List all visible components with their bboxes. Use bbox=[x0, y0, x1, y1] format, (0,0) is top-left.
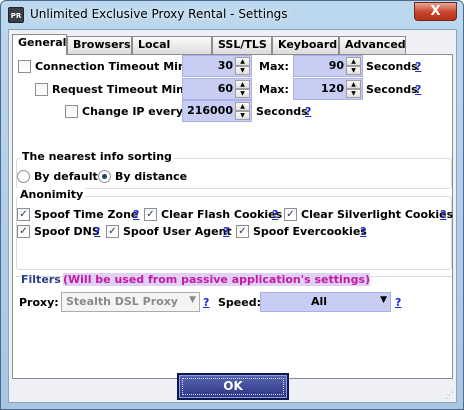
spoof-user-agent-label: Spoof User Agent bbox=[123, 225, 232, 238]
sort-by-distance-radio[interactable] bbox=[98, 170, 111, 183]
change-ip-checkbox[interactable] bbox=[65, 105, 78, 118]
ok-button[interactable]: OK bbox=[177, 373, 289, 400]
connection-timeout-min-spinner[interactable]: 30 ▲ ▼ bbox=[182, 55, 252, 77]
title-bar[interactable]: PR Unlimited Exclusive Proxy Rental - Se… bbox=[1, 1, 463, 29]
tab-ssl-tls[interactable]: SSL/TLS bbox=[212, 36, 272, 54]
proxy-select[interactable]: Stealth DSL Proxy ▼ bbox=[61, 292, 200, 312]
proxy-label: Proxy: bbox=[19, 296, 59, 309]
spin-down-icon[interactable]: ▼ bbox=[235, 89, 250, 98]
sort-by-distance-label: By distance bbox=[115, 170, 188, 183]
sort-by-default-label: By default bbox=[34, 170, 98, 183]
request-help-link[interactable]: ? bbox=[415, 83, 421, 96]
chevron-down-icon: ▼ bbox=[380, 295, 387, 305]
tab-advanced[interactable]: Advanced bbox=[339, 36, 406, 54]
speed-help-link[interactable]: ? bbox=[395, 296, 401, 309]
tab-local-server[interactable]: Local Server bbox=[132, 36, 212, 67]
request-timeout-max-spinner[interactable]: 120 ▲ ▼ bbox=[293, 78, 363, 100]
connection-min-value: 30 bbox=[217, 59, 233, 72]
request-timeout-min-spinner[interactable]: 60 ▲ ▼ bbox=[182, 78, 252, 100]
change-ip-help-link[interactable]: ? bbox=[305, 105, 311, 118]
clear-flash-cookies-help-link[interactable]: ? bbox=[272, 208, 278, 221]
spoof-dns-help-link[interactable]: ? bbox=[94, 225, 100, 238]
connection-timeout-max-spinner[interactable]: 90 ▲ ▼ bbox=[293, 55, 363, 77]
request-timeout-label: Request Timeout Min: bbox=[52, 83, 189, 96]
app-icon: PR bbox=[8, 7, 24, 23]
spoof-time-zone-help-link[interactable]: ? bbox=[133, 208, 139, 221]
request-min-value: 60 bbox=[217, 82, 233, 95]
spin-down-icon[interactable]: ▼ bbox=[235, 66, 250, 75]
spin-up-icon[interactable]: ▲ bbox=[346, 80, 361, 89]
tab-browsers[interactable]: Browsers bbox=[67, 36, 132, 54]
connection-timeout-checkbox[interactable] bbox=[18, 60, 31, 73]
speed-select-value: All bbox=[311, 295, 328, 308]
proxy-help-link[interactable]: ? bbox=[203, 296, 209, 309]
spoof-time-zone-checkbox[interactable]: ✓ bbox=[17, 208, 30, 221]
chevron-down-icon: ▼ bbox=[189, 295, 196, 305]
spin-down-icon[interactable]: ▼ bbox=[235, 111, 250, 120]
clear-flash-cookies-label: Clear Flash Cookies bbox=[161, 208, 283, 221]
connection-help-link[interactable]: ? bbox=[415, 60, 421, 73]
request-max-label: Max: bbox=[259, 83, 289, 96]
clear-flash-cookies-checkbox[interactable]: ✓ bbox=[144, 208, 157, 221]
spoof-dns-label: Spoof DNS bbox=[34, 225, 100, 238]
spoof-evercookies-help-link[interactable]: ? bbox=[360, 225, 366, 238]
clear-silverlight-cookies-help-link[interactable]: ? bbox=[440, 208, 446, 221]
change-ip-spinner[interactable]: 216000 ▲ ▼ bbox=[182, 100, 252, 122]
spoof-evercookies-checkbox[interactable]: ✓ bbox=[236, 225, 249, 238]
speed-select[interactable]: All ▼ bbox=[260, 292, 391, 312]
spoof-evercookies-label: Spoof Evercookies bbox=[253, 225, 367, 238]
filters-note: (Will be used from passive application's… bbox=[63, 273, 371, 286]
client-area: General Browsers Local Server SSL/TLS Ke… bbox=[8, 29, 457, 403]
change-ip-label: Change IP every bbox=[82, 105, 183, 118]
resize-grip-icon[interactable]: ⋰ bbox=[445, 391, 454, 401]
request-timeout-checkbox[interactable] bbox=[35, 83, 48, 96]
connection-max-value: 90 bbox=[328, 59, 344, 72]
change-ip-value: 216000 bbox=[187, 104, 233, 117]
spoof-user-agent-checkbox[interactable]: ✓ bbox=[106, 225, 119, 238]
spoof-dns-checkbox[interactable]: ✓ bbox=[17, 225, 30, 238]
anonimity-group-title: Anonimity bbox=[18, 188, 86, 201]
spoof-time-zone-label: Spoof Time Zone bbox=[34, 208, 139, 221]
speed-label: Speed: bbox=[218, 296, 261, 309]
clear-silverlight-cookies-label: Clear Silverlight Cookies bbox=[301, 208, 454, 221]
tab-keyboard[interactable]: Keyboard bbox=[272, 36, 339, 54]
spin-down-icon[interactable]: ▼ bbox=[346, 89, 361, 98]
connection-max-label: Max: bbox=[259, 60, 289, 73]
filters-title: Filters bbox=[21, 273, 61, 286]
sorting-group-title: The nearest info sorting bbox=[20, 150, 174, 163]
spoof-user-agent-help-link[interactable]: ? bbox=[223, 225, 229, 238]
clear-silverlight-cookies-checkbox[interactable]: ✓ bbox=[284, 208, 297, 221]
spin-up-icon[interactable]: ▲ bbox=[346, 57, 361, 66]
window-title: Unlimited Exclusive Proxy Rental - Setti… bbox=[30, 7, 288, 21]
request-max-value: 120 bbox=[321, 82, 344, 95]
sort-by-default-radio[interactable] bbox=[17, 170, 30, 183]
change-ip-seconds-label: Seconds bbox=[256, 105, 308, 118]
close-button[interactable]: X bbox=[414, 2, 457, 21]
spin-up-icon[interactable]: ▲ bbox=[235, 102, 250, 111]
settings-window: PR Unlimited Exclusive Proxy Rental - Se… bbox=[0, 0, 464, 410]
tab-general[interactable]: General bbox=[12, 34, 67, 55]
request-seconds-label: Seconds bbox=[366, 83, 418, 96]
general-panel: Connection Timeout Min: 30 ▲ ▼ Max: 90 ▲ ▼… bbox=[12, 54, 453, 379]
spin-up-icon[interactable]: ▲ bbox=[235, 57, 250, 66]
proxy-select-value: Stealth DSL Proxy bbox=[66, 295, 178, 308]
connection-timeout-label: Connection Timeout Min: bbox=[35, 60, 191, 73]
connection-seconds-label: Seconds bbox=[366, 60, 418, 73]
spin-up-icon[interactable]: ▲ bbox=[235, 80, 250, 89]
spin-down-icon[interactable]: ▼ bbox=[346, 66, 361, 75]
